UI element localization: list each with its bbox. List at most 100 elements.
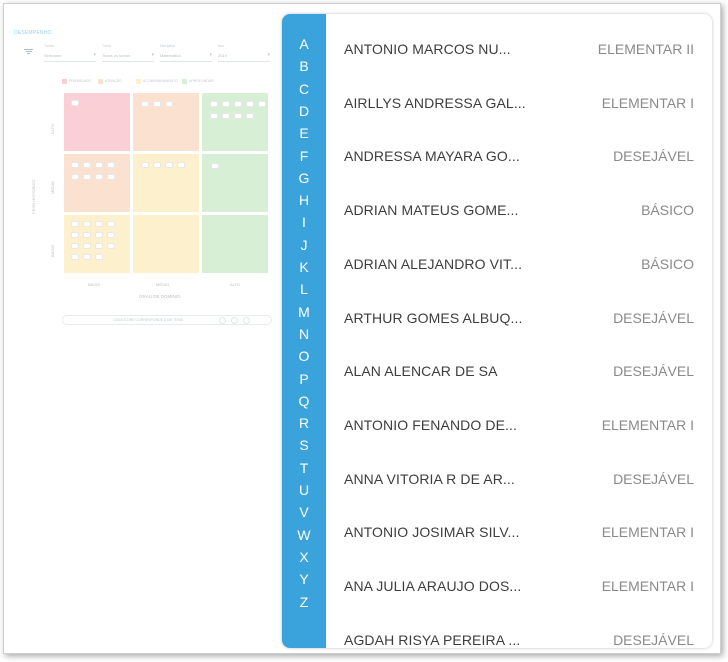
topic-chip[interactable] xyxy=(71,174,79,180)
topic-chip[interactable] xyxy=(83,221,91,227)
footer-icon[interactable] xyxy=(243,317,250,324)
filter-select-turma[interactable]: Turma Selecione xyxy=(44,44,96,64)
topic-chip[interactable] xyxy=(222,101,230,107)
student-row[interactable]: ANNA VITORIA R DE AR... DESEJÁVEL xyxy=(326,452,712,506)
topic-chip[interactable] xyxy=(246,113,254,119)
alphabet-letter-i[interactable]: I xyxy=(282,214,326,230)
filter-select-disciplina[interactable]: Disciplina Matemática xyxy=(160,44,212,64)
topic-chip[interactable] xyxy=(210,113,218,119)
alphabet-letter-p[interactable]: P xyxy=(282,371,326,387)
topic-chip[interactable] xyxy=(258,101,266,107)
topic-chip[interactable] xyxy=(71,254,79,260)
matrix-cell[interactable] xyxy=(63,214,131,274)
alphabet-letter-o[interactable]: O xyxy=(282,348,326,364)
topic-chip[interactable] xyxy=(107,232,115,238)
filter-select-turno[interactable]: Turno Todos os turnos xyxy=(102,44,154,64)
student-level: DESEJÁVEL xyxy=(613,363,694,380)
topic-chip[interactable] xyxy=(234,113,242,119)
topic-chip[interactable] xyxy=(95,174,103,180)
topic-chip[interactable] xyxy=(153,101,161,107)
matrix-cell[interactable] xyxy=(132,153,200,213)
alphabet-letter-j[interactable]: J xyxy=(282,237,326,253)
alphabet-letter-a[interactable]: A xyxy=(282,36,326,52)
topic-chip[interactable] xyxy=(95,162,103,168)
alphabet-letter-m[interactable]: M xyxy=(282,304,326,320)
topic-chip[interactable] xyxy=(83,174,91,180)
student-row[interactable]: ANTONIO JOSIMAR SILV... ELEMENTAR I xyxy=(326,505,712,559)
topic-chip[interactable] xyxy=(95,254,103,260)
alphabet-letter-g[interactable]: G xyxy=(282,170,326,186)
alphabet-letter-v[interactable]: V xyxy=(282,504,326,520)
topic-chip[interactable] xyxy=(107,221,115,227)
student-row[interactable]: ANTONIO MARCOS NU... ELEMENTAR II xyxy=(326,22,712,76)
topic-chip[interactable] xyxy=(83,243,91,249)
topic-chip[interactable] xyxy=(71,100,79,106)
alphabet-letter-q[interactable]: Q xyxy=(282,393,326,409)
alphabet-letter-f[interactable]: F xyxy=(282,148,326,164)
matrix-cell[interactable] xyxy=(63,92,131,152)
alphabet-letter-n[interactable]: N xyxy=(282,326,326,342)
topic-chip[interactable] xyxy=(234,101,242,107)
filter-icon[interactable] xyxy=(24,48,33,56)
alphabet-letter-l[interactable]: L xyxy=(282,281,326,297)
topic-chip[interactable] xyxy=(107,162,115,168)
alphabet-letter-s[interactable]: S xyxy=(282,437,326,453)
topic-chip[interactable] xyxy=(177,162,185,168)
topic-chip[interactable] xyxy=(165,101,173,107)
topic-chip[interactable] xyxy=(95,243,103,249)
topic-chip[interactable] xyxy=(141,101,149,107)
alphabet-letter-y[interactable]: Y xyxy=(282,571,326,587)
student-row[interactable]: ARTHUR GOMES ALBUQ... DESEJÁVEL xyxy=(326,291,712,345)
topic-chip[interactable] xyxy=(71,221,79,227)
alphabet-letter-b[interactable]: B xyxy=(282,58,326,74)
student-row[interactable]: AIRLLYS ANDRESSA GAL... ELEMENTAR I xyxy=(326,76,712,130)
matrix-cell[interactable] xyxy=(201,92,269,152)
alphabet-letter-c[interactable]: C xyxy=(282,81,326,97)
topic-chip[interactable] xyxy=(71,232,79,238)
topic-chip[interactable] xyxy=(71,162,79,168)
alphabet-letter-k[interactable]: K xyxy=(282,259,326,275)
alphabet-letter-e[interactable]: E xyxy=(282,125,326,141)
alphabet-letter-z[interactable]: Z xyxy=(282,594,326,610)
topic-chip[interactable] xyxy=(107,174,115,180)
alphabet-letter-x[interactable]: X xyxy=(282,549,326,565)
footer-icon[interactable] xyxy=(231,317,238,324)
topic-chip[interactable] xyxy=(107,243,115,249)
topic-chip[interactable] xyxy=(71,243,79,249)
alphabet-letter-t[interactable]: T xyxy=(282,460,326,476)
alphabet-letter-r[interactable]: R xyxy=(282,415,326,431)
alphabet-letter-u[interactable]: U xyxy=(282,482,326,498)
topic-chip[interactable] xyxy=(246,101,254,107)
alphabet-letter-h[interactable]: H xyxy=(282,192,326,208)
topic-chip[interactable] xyxy=(211,163,219,169)
student-row[interactable]: AGDAH RISYA PEREIRA ... DESEJÁVEL xyxy=(326,613,712,648)
matrix-cell[interactable] xyxy=(132,214,200,274)
topic-chip[interactable] xyxy=(153,162,161,168)
student-row[interactable]: ADRIAN ALEJANDRO VIT... BÁSICO xyxy=(326,237,712,291)
alphabet-letter-d[interactable]: D xyxy=(282,103,326,119)
student-row[interactable]: ANDRESSA MAYARA GO... DESEJÁVEL xyxy=(326,129,712,183)
topic-chip[interactable] xyxy=(165,162,173,168)
footer-icon[interactable] xyxy=(219,317,226,324)
student-name: ANTONIO FENANDO DE... xyxy=(344,416,517,433)
filter-value: Selecione xyxy=(44,52,96,62)
student-row[interactable]: ALAN ALENCAR DE SA DESEJÁVEL xyxy=(326,344,712,398)
filter-select-ano[interactable]: Ano 2019 xyxy=(218,44,270,64)
topic-chip[interactable] xyxy=(95,232,103,238)
topic-chip[interactable] xyxy=(222,113,230,119)
student-row[interactable]: ADRIAN MATEUS GOME... BÁSICO xyxy=(326,183,712,237)
topic-chip[interactable] xyxy=(83,162,91,168)
topic-chip[interactable] xyxy=(83,232,91,238)
topic-chip[interactable] xyxy=(83,254,91,260)
alphabet-letter-w[interactable]: W xyxy=(282,527,326,543)
topic-chip[interactable] xyxy=(141,162,149,168)
legend-swatch xyxy=(182,79,187,84)
topic-chip[interactable] xyxy=(95,221,103,227)
student-row[interactable]: ANA JULIA ARAUJO DOS... ELEMENTAR I xyxy=(326,559,712,613)
matrix-cell[interactable] xyxy=(132,92,200,152)
topic-chip[interactable] xyxy=(210,101,218,107)
matrix-cell[interactable] xyxy=(201,153,269,213)
student-row[interactable]: ANTONIO FENANDO DE... ELEMENTAR I xyxy=(326,398,712,452)
matrix-cell[interactable] xyxy=(201,214,269,274)
matrix-cell[interactable] xyxy=(63,153,131,213)
